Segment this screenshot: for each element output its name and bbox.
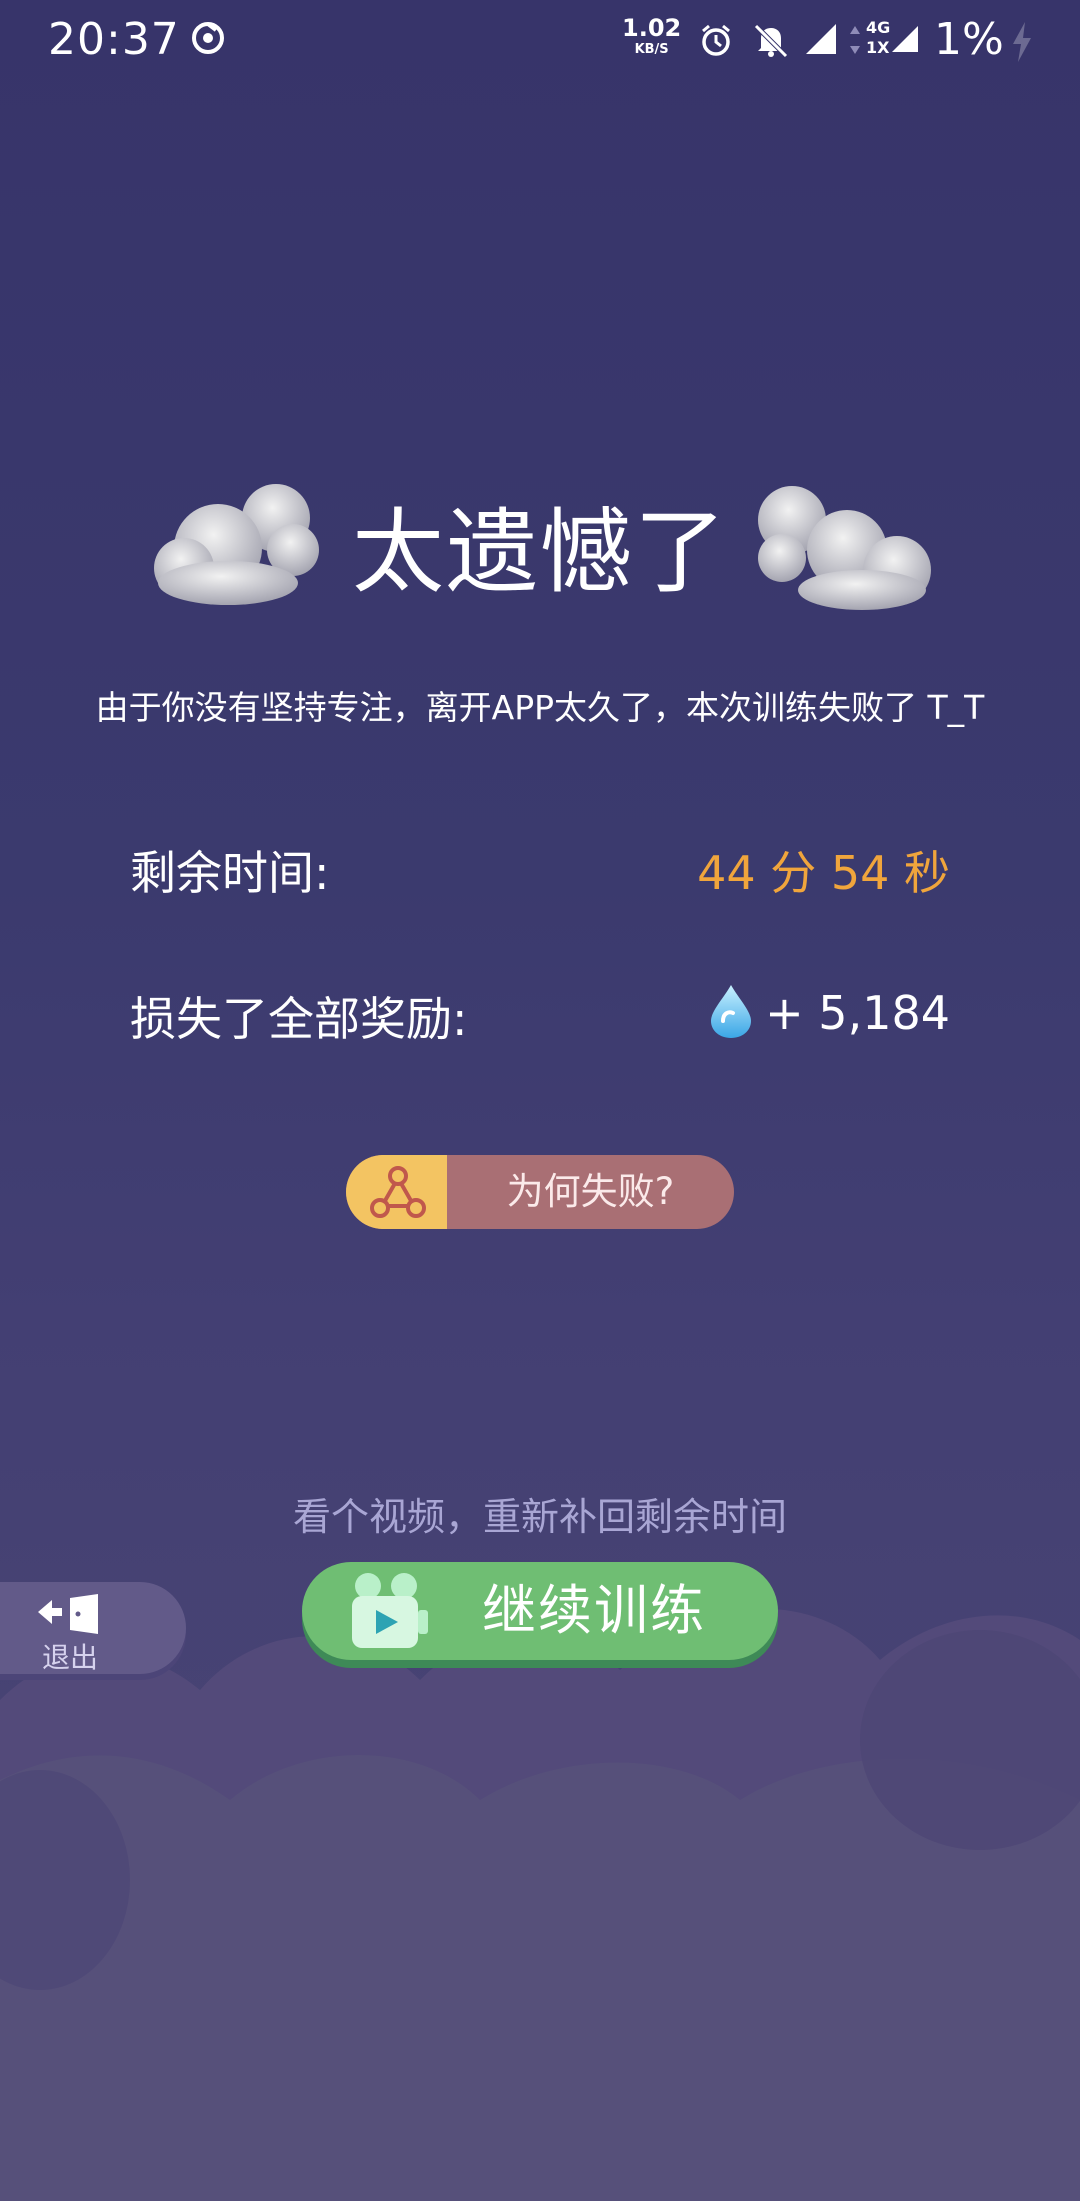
lost-reward-row: 损失了全部奖励: + 5,184 bbox=[130, 973, 950, 1053]
data-arrows-icon bbox=[850, 26, 860, 54]
background-clouds bbox=[0, 1608, 1080, 2201]
lost-reward-value: + 5,184 bbox=[765, 986, 950, 1040]
cloud-icon-right bbox=[758, 486, 931, 610]
cloud-icon-left bbox=[154, 484, 319, 605]
exit-label: 退出 bbox=[42, 1641, 99, 1674]
water-drop-icon bbox=[711, 985, 752, 1038]
status-bar: 20:37 1.02 KB/S 4G 1X 1% bbox=[0, 0, 1080, 84]
video-camera-icon bbox=[352, 1573, 428, 1648]
video-hint-text: 看个视频，重新补回剩余时间 bbox=[292, 1495, 787, 1539]
continue-training-button[interactable]: 继续训练 bbox=[302, 1562, 778, 1660]
why-fail-button[interactable]: 为何失败? bbox=[346, 1155, 734, 1229]
page-title: 太遗憾了 bbox=[351, 499, 728, 606]
signal-icon bbox=[806, 24, 836, 54]
exit-button[interactable]: 退出 bbox=[0, 1582, 186, 1674]
remaining-time-row: 剩余时间: 44 分 54 秒 bbox=[130, 827, 950, 907]
battery-charging-icon bbox=[1013, 22, 1031, 62]
why-fail-icon-area bbox=[346, 1155, 447, 1229]
remaining-time-label: 剩余时间: bbox=[130, 846, 330, 900]
network-speed: 1.02 KB/S bbox=[622, 14, 682, 57]
lost-reward-label: 损失了全部奖励: bbox=[130, 992, 468, 1046]
network-type: 4G 1X bbox=[848, 18, 918, 62]
mute-icon bbox=[754, 24, 788, 58]
app-notification-icon bbox=[192, 22, 224, 54]
continue-training-label: 继续训练 bbox=[482, 1579, 706, 1642]
lost-reward-value-group: + 5,184 bbox=[709, 983, 950, 1040]
nodes-icon bbox=[370, 1166, 426, 1218]
why-fail-label: 为何失败? bbox=[506, 1170, 675, 1213]
signal-icon-2 bbox=[892, 26, 918, 52]
status-time: 20:37 bbox=[48, 14, 180, 65]
alarm-icon bbox=[702, 24, 730, 56]
remaining-time-value: 44 分 54 秒 bbox=[697, 846, 950, 900]
fail-message: 由于你没有坚持专注，离开APP太久了，本次训练失败了 T_T bbox=[95, 688, 985, 727]
exit-door-icon bbox=[38, 1594, 98, 1634]
battery-percent: 1% bbox=[934, 14, 1004, 65]
